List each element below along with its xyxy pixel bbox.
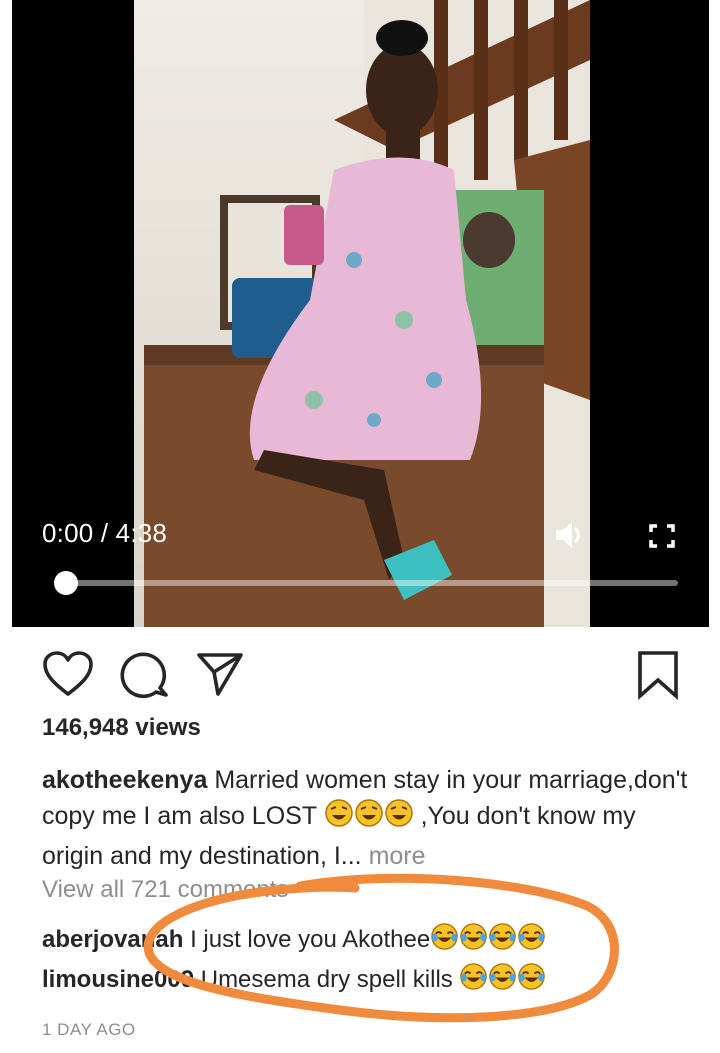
heart-icon[interactable] <box>42 650 94 703</box>
rofl-emoji-icon <box>354 798 384 838</box>
joy-emoji-icon <box>430 922 459 958</box>
comment-item: aberjovanah I just love you Akothee <box>42 922 546 958</box>
caption-username[interactable]: akotheekenya <box>42 766 207 794</box>
view-count: 146,948 views <box>42 714 201 741</box>
video-player[interactable]: 0:00 / 4:38 <box>12 0 709 627</box>
post-date: 1 DAY AGO <box>42 1020 136 1039</box>
fullscreen-icon[interactable] <box>649 524 675 553</box>
comment-text: I just love you Akothee <box>190 926 431 953</box>
joy-emoji-icon <box>488 922 517 958</box>
comment-username[interactable]: limousine009 <box>42 966 194 993</box>
rofl-emoji-icon <box>384 798 414 838</box>
video-still-image <box>144 0 590 627</box>
post-action-bar <box>0 640 720 710</box>
video-time-display: 0:00 / 4:38 <box>42 518 168 548</box>
comment-text: Umesema dry spell kills <box>200 966 453 993</box>
joy-emoji-icon <box>459 922 488 958</box>
video-progress-knob[interactable] <box>54 571 78 595</box>
rofl-emoji-icon <box>324 798 354 838</box>
volume-icon[interactable] <box>554 520 588 555</box>
comment-username[interactable]: aberjovanah <box>42 926 183 953</box>
video-progress-bar[interactable] <box>54 571 678 595</box>
joy-emoji-icon <box>517 922 546 958</box>
joy-emoji-icon <box>517 962 546 998</box>
comment-icon[interactable] <box>120 650 168 703</box>
send-icon[interactable] <box>196 650 244 703</box>
more-link[interactable]: more <box>369 842 426 870</box>
post-caption: akotheekenya Married women stay in your … <box>42 762 692 874</box>
joy-emoji-icon <box>459 962 488 998</box>
video-frame <box>134 0 590 627</box>
view-all-comments-link[interactable]: View all 721 comments <box>42 876 288 904</box>
comment-item: limousine009 Umesema dry spell kills <box>42 962 546 998</box>
bookmark-icon[interactable] <box>636 650 680 705</box>
joy-emoji-icon <box>488 962 517 998</box>
